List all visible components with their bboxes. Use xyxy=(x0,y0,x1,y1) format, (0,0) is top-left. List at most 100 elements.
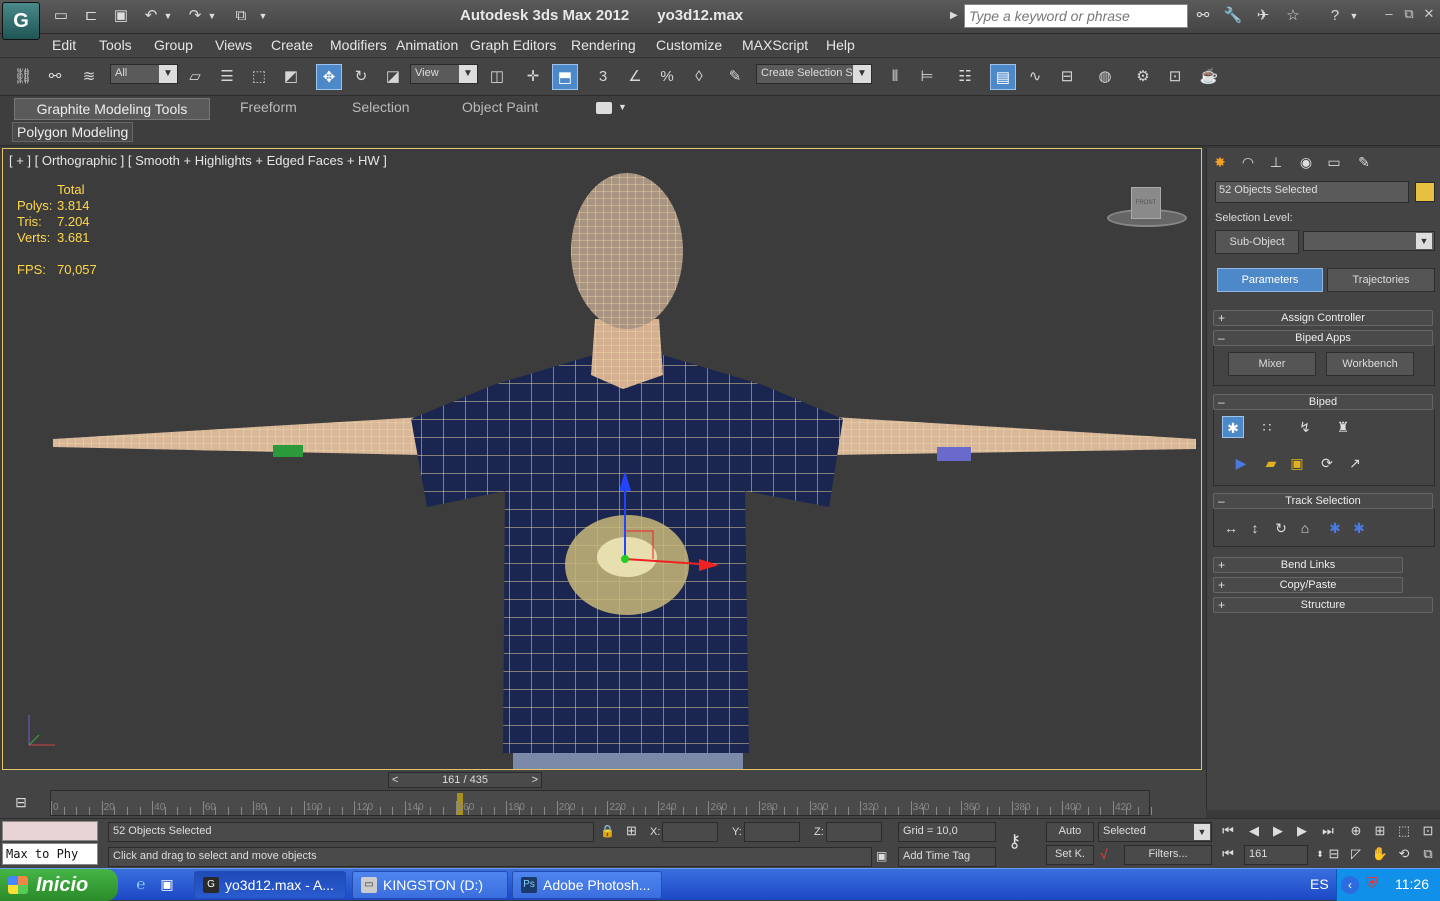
utilities-tab-icon[interactable]: ✎ xyxy=(1353,151,1375,173)
redo-icon[interactable]: ↷ xyxy=(184,6,206,26)
time-configuration-icon[interactable]: ⊟ xyxy=(1324,844,1344,864)
absolute-mode-icon[interactable]: ⊞ xyxy=(626,823,637,839)
save-file-icon[interactable]: ▣ xyxy=(1286,452,1308,474)
undo-icon[interactable]: ↶ xyxy=(140,6,162,26)
selection-lock-icon[interactable]: 🔒 xyxy=(600,824,615,838)
clock[interactable]: 11:26 xyxy=(1395,876,1429,892)
quick-access-dropdown-icon[interactable]: ▼ xyxy=(256,6,270,26)
save-file-icon[interactable]: ▣ xyxy=(110,6,132,26)
x-coordinate-input[interactable] xyxy=(662,822,718,842)
ribbon-dropdown-icon[interactable]: ▼ xyxy=(618,102,627,112)
rollout-track-selection[interactable]: – Track Selection xyxy=(1213,493,1433,509)
mini-curve-editor-icon[interactable]: ⊟ xyxy=(10,794,32,812)
select-by-name-icon[interactable]: ☰ xyxy=(214,64,240,90)
current-frame-input[interactable]: 161 xyxy=(1244,845,1308,865)
field-of-view-icon[interactable]: ◸ xyxy=(1346,844,1366,864)
close-icon[interactable]: ✕ xyxy=(1420,6,1438,24)
menu-create[interactable]: Create xyxy=(271,37,313,53)
subscription-center-icon[interactable]: 🔧 xyxy=(1222,6,1244,26)
modify-tab-icon[interactable]: ◠ xyxy=(1237,151,1259,173)
align-icon[interactable]: ⊨ xyxy=(914,64,940,90)
sub-object-button[interactable]: Sub-Object xyxy=(1215,230,1299,254)
menu-animation[interactable]: Animation xyxy=(396,37,458,53)
zoom-extents-all-icon[interactable]: ⊡ xyxy=(1418,821,1438,841)
lock-cob-keying-icon[interactable]: ⌂ xyxy=(1294,517,1316,539)
mixer-mode-icon[interactable]: ♜ xyxy=(1332,416,1354,438)
zoom-extents-icon[interactable]: ⬚ xyxy=(1394,821,1414,841)
layer-manager-icon[interactable]: ☷ xyxy=(952,64,978,90)
menu-edit[interactable]: Edit xyxy=(52,37,76,53)
polygon-modeling-panel[interactable]: Polygon Modeling xyxy=(12,122,134,142)
manipulate-icon[interactable]: ✛ xyxy=(520,64,546,90)
application-menu-button[interactable]: G xyxy=(2,2,40,40)
tab-selection[interactable]: Selection xyxy=(352,99,410,115)
maxscript-input[interactable]: Max to Phy xyxy=(2,843,98,865)
set-key-button[interactable]: Set K. xyxy=(1046,845,1094,865)
select-object-icon[interactable]: ▱ xyxy=(182,64,208,90)
select-and-scale-icon[interactable]: ◪ xyxy=(380,64,406,90)
sub-object-dropdown[interactable]: ▼ xyxy=(1303,231,1435,251)
z-coordinate-input[interactable] xyxy=(826,822,882,842)
curve-editor-icon[interactable]: ∿ xyxy=(1022,64,1048,90)
rollout-bend-links[interactable]: + Bend Links xyxy=(1213,557,1403,573)
time-slider-prev[interactable]: < xyxy=(392,773,398,787)
menu-tools[interactable]: Tools xyxy=(99,37,132,53)
binoculars-icon[interactable]: ⚯ xyxy=(1192,6,1214,26)
named-selection-sets-dropdown[interactable]: Create Selection S ▼ xyxy=(756,64,872,84)
character-model[interactable] xyxy=(3,149,1202,770)
motion-tab-icon[interactable]: ◉ xyxy=(1295,151,1317,173)
menu-modifiers[interactable]: Modifiers xyxy=(330,37,387,53)
reference-coordinate-dropdown[interactable]: View ▼ xyxy=(410,64,478,84)
body-horizontal-icon[interactable]: ↔ xyxy=(1220,517,1242,539)
convert-icon[interactable]: ⟳ xyxy=(1316,452,1338,474)
window-crossing-icon[interactable]: ◩ xyxy=(278,64,304,90)
schematic-view-icon[interactable]: ⊟ xyxy=(1054,64,1080,90)
rollout-biped-apps[interactable]: – Biped Apps xyxy=(1213,330,1433,346)
key-filter-curve-icon[interactable]: √ xyxy=(1100,846,1108,862)
body-vertical-icon[interactable]: ↕ xyxy=(1244,517,1266,539)
set-keys-key-icon[interactable]: ⚷ xyxy=(1008,831,1021,852)
task-photoshop[interactable]: Ps Adobe Photosh... xyxy=(512,871,662,899)
rollout-assign-controller[interactable]: + Assign Controller xyxy=(1213,310,1433,326)
material-editor-icon[interactable]: ◍ xyxy=(1092,64,1118,90)
internet-explorer-icon[interactable]: ℮ xyxy=(132,876,150,894)
rollout-biped[interactable]: – Biped xyxy=(1213,394,1433,410)
tab-parameters[interactable]: Parameters xyxy=(1217,268,1323,292)
mixer-button[interactable]: Mixer xyxy=(1228,352,1316,376)
language-indicator[interactable]: ES xyxy=(1310,876,1329,892)
pan-icon[interactable]: ✋ xyxy=(1370,844,1390,864)
new-file-icon[interactable]: ▭ xyxy=(50,6,72,26)
object-color-swatch[interactable] xyxy=(1415,182,1435,202)
minimize-icon[interactable]: – xyxy=(1380,6,1398,24)
zoom-all-icon[interactable]: ⊞ xyxy=(1370,821,1390,841)
help-icon[interactable]: ? xyxy=(1324,6,1346,26)
time-tag-icon[interactable]: ▣ xyxy=(876,849,887,863)
menu-views[interactable]: Views xyxy=(215,37,252,53)
show-desktop-icon[interactable]: ▣ xyxy=(158,876,176,894)
task-kingston-drive[interactable]: ▭ KINGSTON (D:) xyxy=(352,871,508,899)
rendered-frame-window-icon[interactable]: ⊡ xyxy=(1162,64,1188,90)
graphite-ribbon-icon[interactable]: ▤ xyxy=(990,64,1016,90)
gizmo-center[interactable] xyxy=(621,555,629,563)
body-rotation-icon[interactable]: ↻ xyxy=(1270,517,1292,539)
project-folder-icon[interactable]: ⧉ xyxy=(230,6,252,26)
tab-graphite-modeling-tools[interactable]: Graphite Modeling Tools xyxy=(14,98,210,120)
open-file-icon[interactable]: ⊏ xyxy=(80,6,102,26)
menu-customize[interactable]: Customize xyxy=(656,37,722,53)
biped-playback-icon[interactable]: ▶ xyxy=(1230,452,1252,474)
orbit-icon[interactable]: ⟲ xyxy=(1394,844,1414,864)
menu-help[interactable]: Help xyxy=(826,37,855,53)
motion-flow-mode-icon[interactable]: ↯ xyxy=(1294,416,1316,438)
object-name-field[interactable]: 52 Objects Selected xyxy=(1215,181,1409,203)
select-and-link-icon[interactable]: ⛓ xyxy=(10,64,36,90)
expand-arrow-icon[interactable]: ▶ xyxy=(950,10,958,21)
auto-key-button[interactable]: Auto xyxy=(1046,822,1094,842)
render-setup-icon[interactable]: ⚙ xyxy=(1130,64,1156,90)
rectangular-selection-icon[interactable]: ⬚ xyxy=(246,64,272,90)
zoom-icon[interactable]: ⊕ xyxy=(1346,821,1366,841)
communication-center-icon[interactable]: ✈ xyxy=(1252,6,1274,26)
spinner-snap-icon[interactable]: ◊ xyxy=(686,64,712,90)
task-3dsmax[interactable]: Gyo3d12.max - A... xyxy=(194,871,346,899)
footstep-mode-icon[interactable]: ∷ xyxy=(1256,416,1278,438)
play-icon[interactable]: ▶ xyxy=(1268,821,1288,841)
